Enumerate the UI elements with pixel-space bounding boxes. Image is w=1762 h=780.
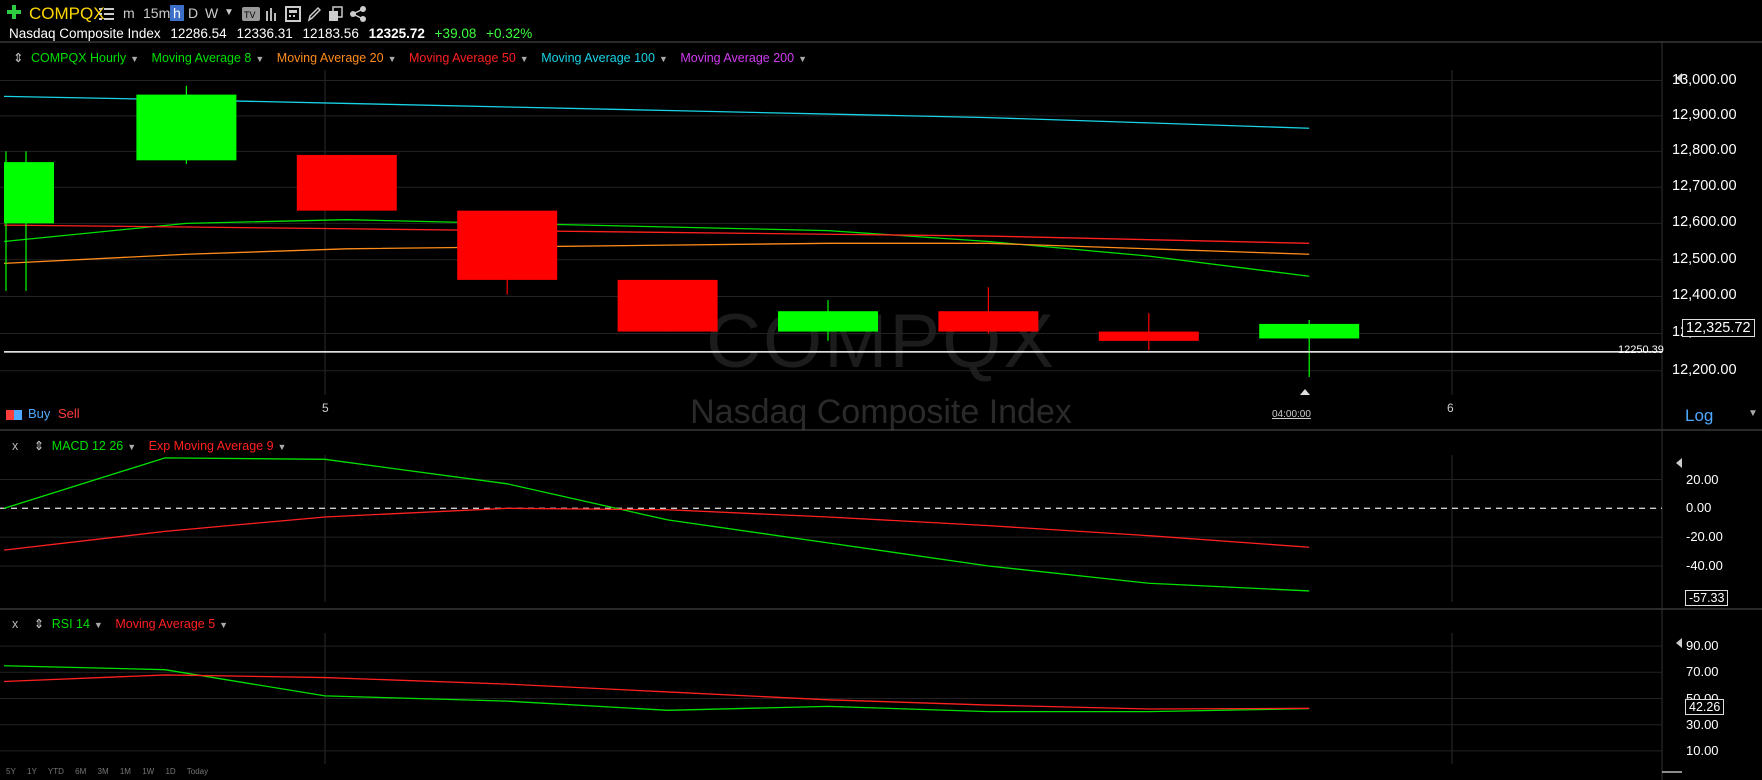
macd-tick-label: 20.00 (1686, 471, 1719, 487)
price-tick-label: 12,500.00 (1672, 250, 1737, 267)
sell-button[interactable]: Sell (58, 406, 80, 421)
x-label-time: 04:00:00 (1272, 409, 1311, 420)
rsi-tick-label: 10.00 (1686, 742, 1719, 758)
range-1d-button[interactable]: 1D (165, 767, 175, 776)
range-1w-button[interactable]: 1W (142, 767, 154, 776)
candle-body (4, 162, 54, 224)
rsi-tick-label: 70.00 (1686, 664, 1719, 680)
price-tick-label: 12,800.00 (1672, 142, 1737, 159)
rsi-plot (0, 638, 1682, 773)
price-tick-label: 12,600.00 (1672, 214, 1737, 231)
candle-body (778, 311, 878, 332)
chevron-down-icon[interactable]: ▼ (219, 620, 228, 630)
log-scale-button[interactable]: Log (1685, 406, 1713, 426)
range-6m-button[interactable]: 6M (75, 767, 86, 776)
macd-value-marker: -57.33 (1685, 590, 1729, 606)
x-label-day6: 6 (1447, 401, 1454, 415)
time-marker-icon (1300, 389, 1310, 395)
macd-tick-label: 0.00 (1686, 500, 1712, 516)
candle-body (1098, 331, 1199, 341)
macd-pane-legend: x ⇕ MACD 12 26 ▼ Exp Moving Average 9 ▼ (12, 438, 295, 453)
candle-body (617, 279, 718, 332)
legend-rsi-ma[interactable]: Moving Average 5 (115, 617, 215, 631)
rsi-pane-legend: x ⇕ RSI 14 ▼ Moving Average 5 ▼ (12, 616, 237, 631)
series-line (3, 507, 1310, 551)
drag-handle-icon[interactable]: ⇕ (34, 617, 44, 631)
macd-tick-label: -20.00 (1686, 529, 1723, 545)
x-label-day5: 5 (322, 401, 329, 415)
range-buttons: 5Y 1Y YTD 6M 3M 1M 1W 1D Today (6, 767, 217, 776)
price-plot (0, 73, 1682, 395)
drag-handle-icon[interactable]: ⇕ (34, 439, 44, 453)
series-line (3, 224, 1310, 244)
candle-body (457, 210, 558, 280)
horizontal-line-label: 12250.39 (1618, 344, 1664, 356)
candle-body (938, 311, 1039, 332)
buy-button[interactable]: Buy (28, 406, 50, 421)
price-tick-label: 12,200.00 (1672, 361, 1737, 378)
candle-body (136, 94, 237, 161)
grid-lines (0, 41, 1762, 780)
trade-icon[interactable] (6, 408, 22, 422)
legend-macd[interactable]: MACD 12 26 (52, 439, 124, 453)
axis-arrow-icon (1676, 458, 1682, 468)
chevron-down-icon[interactable]: ▼ (278, 442, 287, 452)
rsi-tick-label: 30.00 (1686, 716, 1719, 732)
legend-rsi[interactable]: RSI 14 (52, 617, 90, 631)
close-pane-button[interactable]: x (12, 617, 18, 631)
macd-tick-label: -40.00 (1686, 557, 1723, 573)
series-line (3, 457, 1310, 592)
chevron-down-icon[interactable]: ▼ (1748, 408, 1758, 419)
range-1m-button[interactable]: 1M (120, 767, 131, 776)
price-tick-label: 13,000.00 (1672, 71, 1737, 88)
range-today-button[interactable]: Today (187, 767, 208, 776)
candle-body (1259, 323, 1360, 339)
price-tick-label: 12,400.00 (1672, 287, 1737, 304)
legend-macd-ema[interactable]: Exp Moving Average 9 (149, 439, 274, 453)
macd-plot (0, 457, 1682, 592)
price-tick-label: 12,900.00 (1672, 106, 1737, 123)
candle-body (296, 154, 397, 211)
range-1y-button[interactable]: 1Y (27, 767, 37, 776)
range-ytd-button[interactable]: YTD (48, 767, 64, 776)
chevron-down-icon[interactable]: ▼ (127, 442, 136, 452)
series-line (3, 674, 1310, 710)
axis-arrow-icon (1676, 638, 1682, 648)
chart-canvas[interactable] (0, 0, 1762, 780)
range-5y-button[interactable]: 5Y (6, 767, 16, 776)
chevron-down-icon[interactable]: ▼ (94, 620, 103, 630)
last-price-marker: 12,325.72 (1682, 319, 1755, 337)
rsi-value-marker: 42.26 (1685, 699, 1725, 715)
range-3m-button[interactable]: 3M (98, 767, 109, 776)
rsi-tick-label: 90.00 (1686, 638, 1719, 654)
price-tick-label: 12,700.00 (1672, 178, 1737, 195)
close-pane-button[interactable]: x (12, 439, 18, 453)
